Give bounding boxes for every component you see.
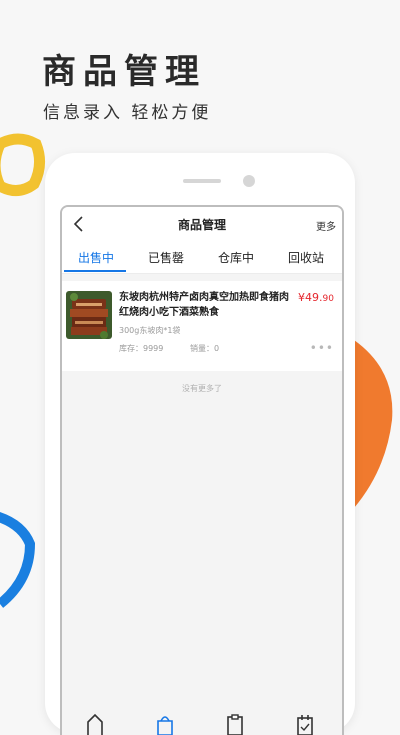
product-sales: 销量：0	[190, 344, 220, 353]
tab-in-warehouse[interactable]: 仓库中	[204, 249, 268, 266]
product-image	[66, 291, 112, 339]
phone-mockup: 商品管理 更多 出售中 已售罄 仓库中 回收站 东坡肉杭州特产卤肉真空加热即食猪	[45, 153, 355, 735]
status-tabs: 出售中 已售罄 仓库中 回收站	[62, 241, 342, 274]
page-title: 商品管理	[177, 218, 226, 232]
yellow-rounded-square-decoration	[0, 133, 45, 196]
no-more-text: 没有更多了	[182, 384, 222, 393]
tab-on-sale[interactable]: 出售中	[64, 249, 128, 266]
product-stock: 库存：9999	[119, 344, 164, 353]
app-screen: 商品管理 更多 出售中 已售罄 仓库中 回收站 东坡肉杭州特产卤肉真空加热即食猪	[60, 205, 344, 735]
phone-camera	[243, 175, 255, 187]
product-card[interactable]: 东坡肉杭州特产卤肉真空加热即食猪肉红烧肉小吃下酒菜熟食 ¥49.90 300g东…	[62, 281, 342, 371]
hero-title: 商品管理	[42, 52, 206, 92]
blue-shield-decoration	[0, 512, 36, 608]
hero-subtitle: 信息录入 轻松方便	[43, 103, 212, 123]
product-spec: 300g东坡肉*1袋	[119, 326, 181, 335]
active-tab-indicator	[64, 270, 126, 272]
calendar-check-icon[interactable]	[296, 713, 314, 735]
tab-recycle-bin[interactable]: 回收站	[274, 249, 338, 266]
price-cents: 90	[322, 294, 334, 304]
bottom-nav	[62, 707, 342, 735]
more-dots-icon[interactable]: •••	[310, 341, 334, 355]
tab-sold-out[interactable]: 已售罄	[134, 249, 198, 266]
app-topbar: 商品管理 更多	[62, 207, 342, 241]
phone-speaker	[183, 179, 221, 183]
more-button[interactable]: 更多	[316, 218, 336, 233]
home-icon[interactable]	[86, 713, 104, 735]
product-title: 东坡肉杭州特产卤肉真空加热即食猪肉红烧肉小吃下酒菜熟食	[119, 292, 289, 318]
bag-icon[interactable]	[156, 713, 174, 735]
price-main: ¥49.	[298, 291, 323, 304]
clipboard-icon[interactable]	[226, 713, 244, 735]
product-price: ¥49.90	[298, 291, 334, 304]
